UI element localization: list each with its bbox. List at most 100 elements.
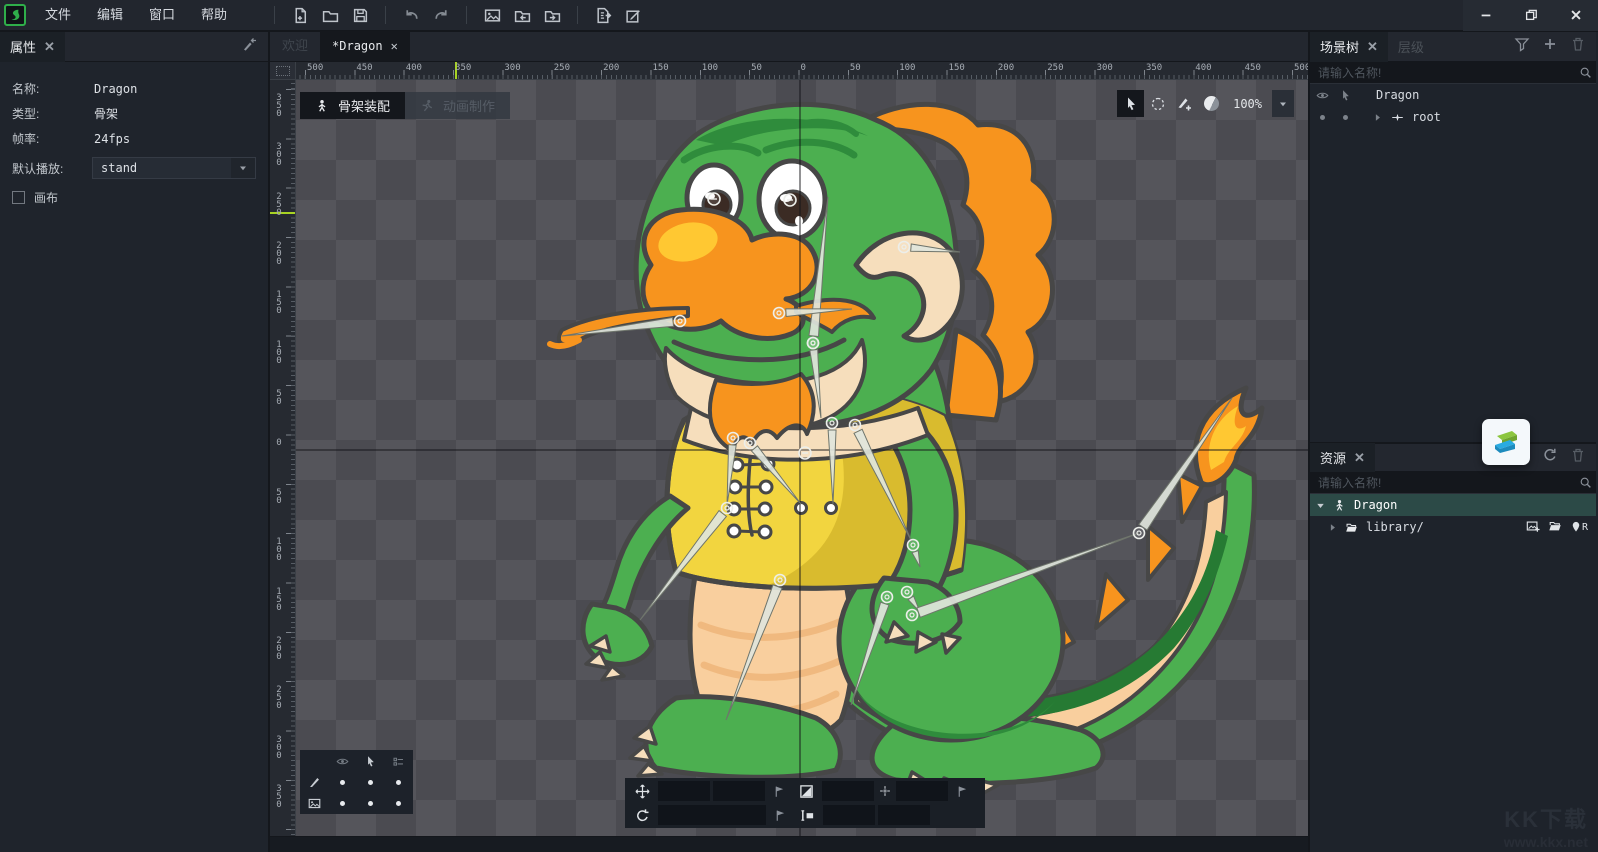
collapse-caret-icon[interactable] — [1310, 499, 1330, 512]
locate-path-icon[interactable]: R — [1570, 521, 1588, 533]
close-tab-icon[interactable]: ✕ — [1354, 450, 1365, 466]
bone-joint[interactable] — [1134, 528, 1145, 539]
add-image-icon[interactable] — [1526, 519, 1540, 536]
rotate-key-flag[interactable] — [769, 804, 791, 826]
bone-joint[interactable] — [908, 540, 919, 551]
cursor-icon[interactable] — [1334, 89, 1356, 102]
edit-button[interactable] — [618, 2, 648, 28]
close-tab-icon[interactable]: ✕ — [391, 31, 398, 61]
zoom-dropdown-button[interactable] — [1272, 90, 1294, 117]
bone-joint[interactable] — [722, 503, 733, 514]
bone-visible-toggle[interactable] — [329, 772, 356, 792]
delete-resource-icon[interactable] — [1570, 447, 1586, 468]
minimize-button[interactable] — [1463, 0, 1508, 31]
close-button[interactable] — [1553, 0, 1598, 31]
resource-row-dragon[interactable]: Dragon — [1310, 494, 1596, 516]
mode-anim-button[interactable]: 动画制作 — [405, 92, 510, 119]
image-list-toggle[interactable] — [385, 793, 412, 813]
zoom-level[interactable]: 100% — [1225, 97, 1270, 111]
bone-joint[interactable] — [907, 610, 918, 621]
undo-button[interactable] — [396, 2, 426, 28]
create-bone-button[interactable] — [1171, 90, 1198, 117]
tab-properties[interactable]: 属性 ✕ — [0, 32, 65, 62]
eye-icon[interactable] — [1310, 89, 1334, 102]
save-button[interactable] — [345, 2, 375, 28]
select-tool-button[interactable] — [1117, 90, 1144, 117]
cursor-icon[interactable] — [357, 751, 384, 771]
dragon-artwork[interactable] — [296, 80, 1308, 836]
resource-row-library[interactable]: library/ R — [1310, 516, 1596, 538]
visibility-dot[interactable] — [1310, 115, 1334, 120]
import-folder-button[interactable] — [507, 2, 537, 28]
tab-hierarchy[interactable]: 层级 — [1388, 32, 1434, 62]
mode-rig-button[interactable]: 骨架装配 — [300, 92, 405, 119]
tab-dragon[interactable]: *Dragon ✕ — [320, 31, 410, 61]
menu-window[interactable]: 窗口 — [136, 0, 188, 31]
ruler-corner[interactable] — [270, 62, 296, 80]
image-select-toggle[interactable] — [357, 793, 384, 813]
menu-file[interactable]: 文件 — [32, 0, 84, 31]
default-play-dropdown[interactable]: stand — [92, 157, 256, 179]
tab-resources[interactable]: 资源 ✕ — [1310, 443, 1375, 473]
expand-caret-icon[interactable] — [1322, 521, 1342, 534]
bone-joint[interactable] — [899, 242, 910, 253]
scale-x-field[interactable] — [822, 781, 874, 801]
bone-joint[interactable] — [675, 316, 686, 327]
new-file-button[interactable] — [285, 2, 315, 28]
bone-joint[interactable] — [902, 587, 913, 598]
list-icon[interactable] — [385, 751, 412, 771]
translate-x-field[interactable] — [658, 781, 710, 801]
scale-y-field[interactable] — [896, 781, 948, 801]
restore-button[interactable] — [1508, 0, 1553, 31]
search-icon[interactable] — [1574, 66, 1596, 79]
translate-y-field[interactable] — [713, 781, 765, 801]
tab-scene-tree[interactable]: 场景树 ✕ — [1310, 32, 1388, 62]
rotation-field[interactable] — [658, 805, 766, 825]
bone-joint[interactable] — [728, 433, 739, 444]
shading-toggle-button[interactable] — [1198, 90, 1225, 117]
add-node-icon[interactable] — [1542, 36, 1558, 57]
search-icon[interactable] — [1574, 476, 1596, 489]
import-image-button[interactable] — [477, 2, 507, 28]
open-folder-button[interactable] — [315, 2, 345, 28]
bone-joint[interactable] — [745, 438, 756, 449]
shear-y-field[interactable] — [878, 805, 930, 825]
scene-row-root[interactable]: root — [1310, 106, 1596, 128]
bone-joint[interactable] — [808, 338, 819, 349]
bone-joint[interactable] — [850, 420, 861, 431]
menu-help[interactable]: 帮助 — [188, 0, 240, 31]
bone-joint[interactable] — [882, 592, 893, 603]
resources-search-input[interactable] — [1310, 476, 1574, 490]
expand-caret-icon[interactable] — [1366, 111, 1388, 124]
shear-x-field[interactable] — [823, 805, 875, 825]
image-visible-toggle[interactable] — [329, 793, 356, 813]
delete-node-icon[interactable] — [1570, 36, 1586, 57]
scene-search-input[interactable] — [1310, 66, 1574, 80]
pivot-crosshair-icon[interactable] — [877, 785, 893, 797]
close-tab-icon[interactable]: ✕ — [1367, 39, 1378, 55]
bone-list-toggle[interactable] — [385, 772, 412, 792]
bone-tree-icon[interactable] — [242, 36, 258, 57]
canvas-checkbox[interactable] — [12, 191, 25, 204]
bone-joint[interactable] — [827, 418, 838, 429]
translate-key-flag[interactable] — [768, 780, 790, 802]
bone-joint[interactable] — [775, 575, 786, 586]
scene-row-dragon[interactable]: Dragon — [1310, 84, 1596, 106]
menu-edit[interactable]: 编辑 — [84, 0, 136, 31]
open-folder-icon[interactable] — [1548, 519, 1562, 536]
bone-select-toggle[interactable] — [357, 772, 384, 792]
filter-icon[interactable] — [1514, 36, 1530, 57]
redo-button[interactable] — [426, 2, 456, 28]
chevron-down-icon[interactable] — [231, 158, 255, 178]
bone-joint[interactable] — [774, 308, 785, 319]
refresh-icon[interactable] — [1542, 447, 1558, 468]
scale-key-flag[interactable] — [951, 780, 973, 802]
export-folder-button[interactable] — [537, 2, 567, 28]
lock-dot[interactable] — [1334, 115, 1356, 120]
export-doc-button[interactable] — [588, 2, 618, 28]
tab-welcome[interactable]: 欢迎 — [270, 31, 320, 61]
stage-canvas[interactable]: 骨架装配 动画制作 100% — [296, 80, 1308, 836]
marquee-tool-button[interactable] — [1144, 90, 1171, 117]
close-tab-icon[interactable]: ✕ — [44, 39, 55, 55]
eye-icon[interactable] — [329, 751, 356, 771]
